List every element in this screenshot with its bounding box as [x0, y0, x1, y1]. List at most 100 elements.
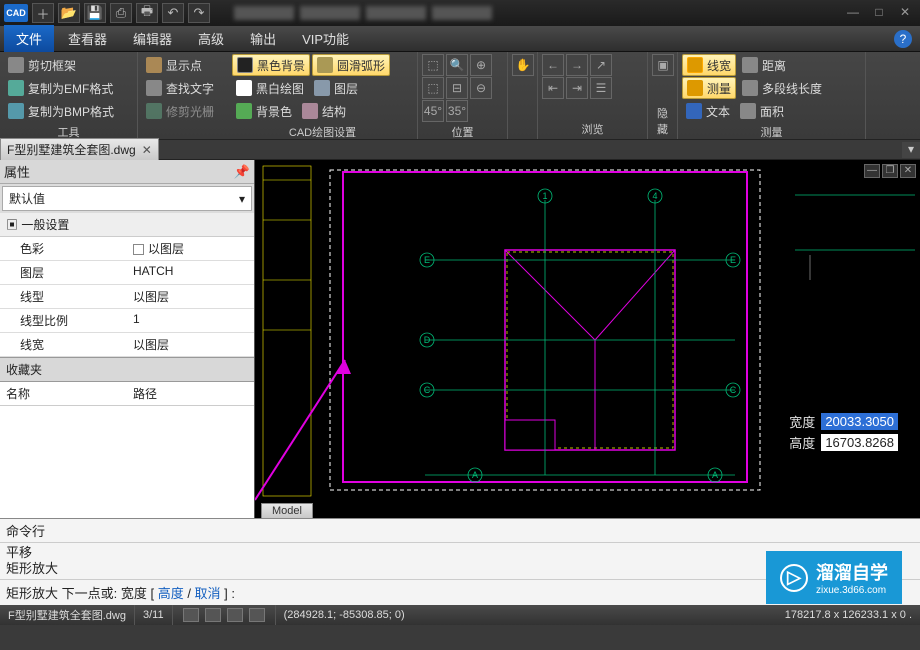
saveas-icon[interactable]: ⎙: [110, 3, 132, 23]
fav-col-path[interactable]: 路径: [127, 382, 254, 405]
clip-frame-button[interactable]: 剪切框架: [4, 54, 133, 76]
status-page: 3/11: [135, 605, 173, 625]
pos-btn-8[interactable]: 35°: [446, 100, 468, 122]
file-tab[interactable]: F型别墅建筑全套图.dwg ✕: [0, 138, 159, 161]
measure-button[interactable]: 测量: [682, 77, 736, 99]
bgcolor-button[interactable]: 背景色: [232, 100, 296, 122]
area-icon: [740, 103, 756, 119]
properties-header: 属性 📌: [0, 160, 254, 184]
command-prompt[interactable]: 矩形放大 下一点或: 宽度 [ 高度 / 取消 ] :: [0, 579, 920, 605]
pos-btn-1[interactable]: ⬚: [422, 54, 444, 76]
status-icon-2[interactable]: [205, 608, 221, 622]
black-bg-button[interactable]: 黑色背景: [232, 54, 310, 76]
cmd-link-height[interactable]: 高度: [158, 586, 184, 601]
copy-emf-button[interactable]: 复制为EMF格式: [4, 77, 133, 99]
status-coords: (284928.1; -85308.85; 0): [276, 609, 413, 621]
model-tab[interactable]: Model: [261, 503, 313, 518]
nav-list[interactable]: ☰: [590, 77, 612, 99]
bgcolor-icon: [236, 103, 252, 119]
default-dropdown[interactable]: 默认值 ▾: [2, 186, 252, 211]
prop-row-layer[interactable]: 图层HATCH: [0, 261, 254, 285]
dim-width-label: 宽度: [789, 412, 815, 431]
drawing-svg: 1 4 EE D CC AA: [255, 160, 920, 518]
tab-editor[interactable]: 编辑器: [121, 25, 184, 52]
file-tab-strip: F型别墅建筑全套图.dwg ✕ ▾: [0, 140, 920, 160]
fav-col-name[interactable]: 名称: [0, 382, 127, 405]
svg-text:4: 4: [652, 191, 657, 201]
bw-icon: [236, 80, 252, 96]
distance-button[interactable]: 距离: [738, 54, 790, 76]
measure-icon: [687, 80, 703, 96]
cmd-link-cancel[interactable]: 取消: [195, 586, 221, 601]
status-file: F型别墅建筑全套图.dwg: [0, 605, 135, 625]
undo-icon[interactable]: ↶: [162, 3, 184, 23]
prop-row-ltype[interactable]: 线型以图层: [0, 285, 254, 309]
linewidth-button[interactable]: 线宽: [682, 54, 736, 76]
menu-tabs: 文件 查看器 编辑器 高级 输出 VIP功能 ?: [0, 26, 920, 52]
prop-row-lwid[interactable]: 线宽以图层: [0, 333, 254, 357]
smooth-arc-button[interactable]: 圆滑弧形: [312, 54, 390, 76]
dim-height-input[interactable]: 16703.8268: [821, 434, 898, 451]
dim-width-input[interactable]: 20033.3050: [821, 413, 898, 430]
svg-text:C: C: [730, 385, 737, 395]
struct-button[interactable]: 结构: [298, 100, 350, 122]
pos-btn-3[interactable]: ⊕: [470, 54, 492, 76]
minimize-icon[interactable]: —: [842, 5, 864, 21]
text-button[interactable]: 文本: [682, 100, 734, 122]
hide-button[interactable]: ▣: [652, 54, 674, 76]
help-icon[interactable]: ?: [894, 30, 912, 48]
file-tab-close-icon[interactable]: ✕: [142, 143, 152, 157]
pan-button[interactable]: ✋: [512, 54, 534, 76]
tab-output[interactable]: 输出: [238, 25, 288, 52]
tab-vip[interactable]: VIP功能: [290, 25, 361, 52]
layer-button[interactable]: 图层: [310, 77, 362, 99]
print-icon[interactable]: 🖶: [136, 3, 158, 23]
pin-icon[interactable]: 📌: [234, 164, 250, 180]
show-points-button[interactable]: 显示点: [142, 54, 224, 76]
maximize-icon[interactable]: □: [868, 5, 890, 21]
tab-overflow-icon[interactable]: ▾: [902, 142, 920, 158]
tab-viewer[interactable]: 查看器: [56, 25, 119, 52]
nav-ext[interactable]: ↗: [590, 54, 612, 76]
nav-left[interactable]: ←: [542, 54, 564, 76]
bmp-icon: [8, 103, 24, 119]
find-text-button[interactable]: 查找文字: [142, 77, 224, 99]
struct-icon: [302, 103, 318, 119]
favorites-header: 收藏夹: [0, 357, 254, 382]
redo-icon[interactable]: ↷: [188, 3, 210, 23]
open-icon[interactable]: 📂: [58, 3, 80, 23]
prop-row-color[interactable]: 色彩以图层: [0, 237, 254, 261]
polylength-button[interactable]: 多段线长度: [738, 77, 826, 99]
tab-advanced[interactable]: 高级: [186, 25, 236, 52]
pos-btn-6[interactable]: ⊖: [470, 77, 492, 99]
trim-raster-button[interactable]: 修剪光栅: [142, 100, 224, 122]
svg-text:D: D: [424, 335, 431, 345]
command-area: 命令行 平移 矩形放大 矩形放大 下一点或: 宽度 [ 高度 / 取消 ] :: [0, 518, 920, 605]
nav-right[interactable]: →: [566, 54, 588, 76]
pos-btn-5[interactable]: ⊟: [446, 77, 468, 99]
tab-file[interactable]: 文件: [4, 25, 54, 52]
copy-bmp-button[interactable]: 复制为BMP格式: [4, 100, 133, 122]
panel-title-cad: CAD绘图设置: [232, 122, 413, 142]
nav-last[interactable]: ⇥: [566, 77, 588, 99]
status-icon-3[interactable]: [227, 608, 243, 622]
command-title: 命令行: [0, 519, 920, 543]
status-icon-1[interactable]: [183, 608, 199, 622]
close-icon[interactable]: ✕: [894, 5, 916, 21]
distance-icon: [742, 57, 758, 73]
drawing-canvas[interactable]: — ❐ ✕: [255, 160, 920, 518]
bw-draw-button[interactable]: 黑白绘图: [232, 77, 308, 99]
prop-row-lscale[interactable]: 线型比例1: [0, 309, 254, 333]
layer-icon: [314, 80, 330, 96]
new-icon[interactable]: ＋: [32, 3, 54, 23]
pos-btn-2[interactable]: 🔍: [446, 54, 468, 76]
properties-panel: 属性 📌 默认值 ▾ ▣ 一般设置 色彩以图层 图层HATCH 线型以图层 线型…: [0, 160, 255, 518]
pos-btn-4[interactable]: ⬚: [422, 77, 444, 99]
pos-btn-7[interactable]: 45°: [422, 100, 444, 122]
arc-icon: [317, 57, 333, 73]
save-icon[interactable]: 💾: [84, 3, 106, 23]
nav-first[interactable]: ⇤: [542, 77, 564, 99]
area-button[interactable]: 面积: [736, 100, 788, 122]
status-icon-4[interactable]: [249, 608, 265, 622]
prop-section-general[interactable]: ▣ 一般设置: [0, 213, 254, 237]
